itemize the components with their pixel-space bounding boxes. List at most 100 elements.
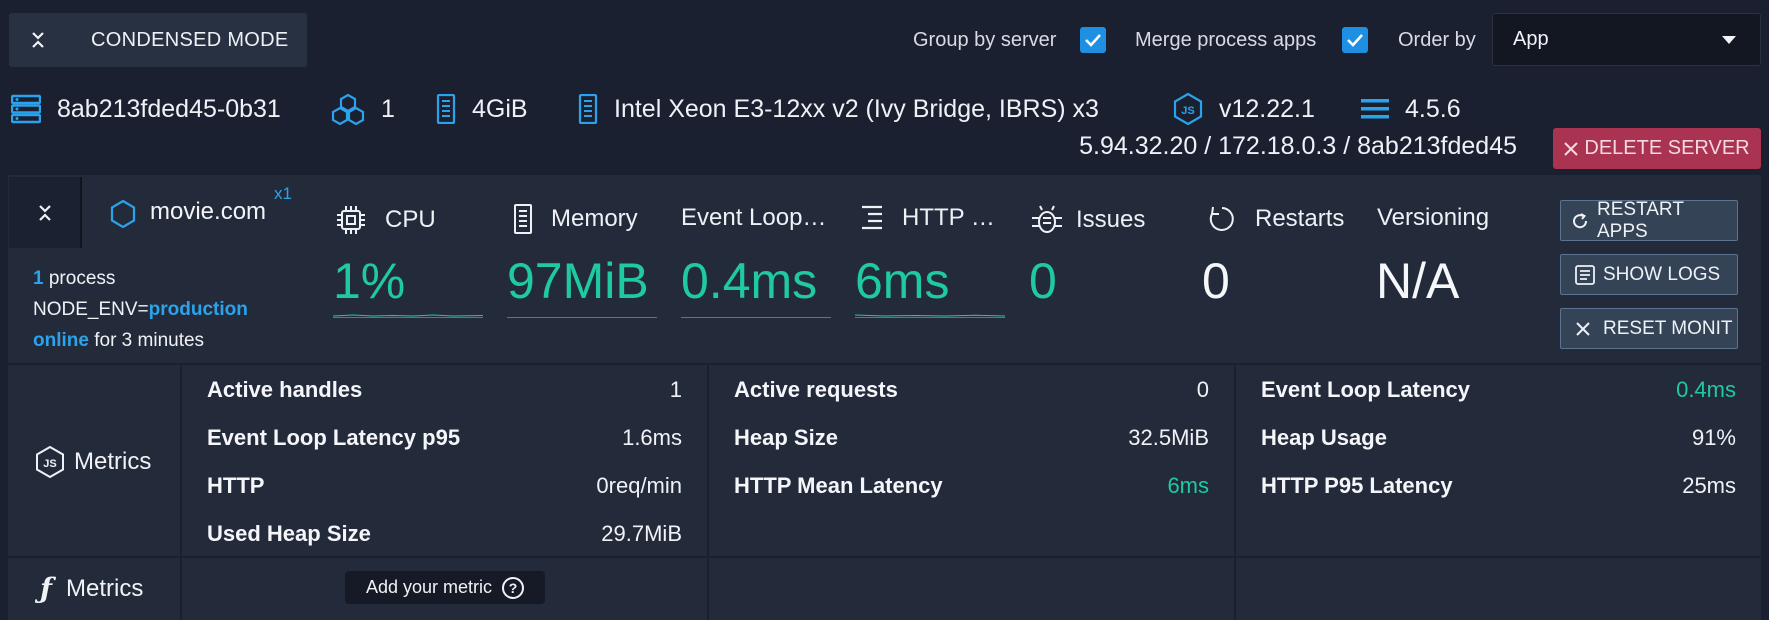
server-cpu-model: Intel Xeon E3-12xx v2 (Ivy Bridge, IBRS)… bbox=[578, 90, 1099, 128]
metric-key: Event Loop Latency bbox=[1261, 377, 1471, 402]
nodejs-icon: JS bbox=[36, 446, 64, 478]
metric-value: 32.5MiB bbox=[1128, 425, 1209, 450]
order-by-select[interactable]: App bbox=[1492, 13, 1761, 66]
cubes-icon bbox=[331, 93, 365, 125]
hexagon-icon bbox=[110, 200, 136, 228]
metric-value: 25ms bbox=[1682, 473, 1736, 498]
logs-icon bbox=[1575, 264, 1595, 285]
server-memory: 4GiB bbox=[436, 90, 528, 128]
processor-icon bbox=[578, 94, 598, 124]
server-agent-version: 4.5.6 bbox=[1361, 90, 1461, 128]
condensed-mode-button[interactable]: CONDENSED MODE bbox=[9, 13, 307, 67]
collapse-arrows-icon bbox=[38, 204, 51, 221]
svg-text:JS: JS bbox=[1181, 105, 1194, 117]
metric-key: Used Heap Size bbox=[207, 521, 371, 546]
metric-memory-header: Memory bbox=[513, 204, 638, 234]
cpu-sparkline bbox=[333, 300, 483, 318]
metric-row: Event Loop Latency p95 1.6ms bbox=[207, 425, 682, 451]
menu-lines-icon bbox=[1361, 97, 1389, 121]
metric-key: Heap Size bbox=[734, 425, 838, 450]
metric-cpu-header: CPU bbox=[335, 204, 436, 236]
delete-server-button[interactable]: DELETE SERVER bbox=[1553, 128, 1761, 169]
metric-key: Active requests bbox=[734, 377, 898, 402]
metric-value: 1 bbox=[669, 377, 682, 402]
metric-http-header: HTTP … bbox=[860, 204, 995, 232]
reload-icon bbox=[1571, 212, 1589, 230]
metric-value: 0 bbox=[1196, 377, 1209, 402]
metric-row: HTTP P95 Latency 25ms bbox=[1261, 473, 1736, 499]
nodejs-icon: JS bbox=[1173, 93, 1203, 125]
metric-key: HTTP P95 Latency bbox=[1261, 473, 1453, 498]
collapse-arrows-icon bbox=[31, 31, 61, 49]
metric-key: Event Loop Latency p95 bbox=[207, 425, 461, 450]
metric-value: 29.7MiB bbox=[601, 521, 682, 546]
metric-versioning-header: Versioning bbox=[1377, 204, 1490, 231]
process-count: 1 process bbox=[33, 268, 116, 289]
server-cpus: 1 bbox=[331, 90, 395, 128]
server-name: 8ab213fded45-0b31 bbox=[11, 90, 281, 128]
server-addresses: 5.94.32.20 / 172.18.0.3 / 8ab213fded45 bbox=[1079, 132, 1517, 160]
group-by-server-checkbox[interactable] bbox=[1080, 27, 1106, 53]
metric-value: 91% bbox=[1691, 425, 1736, 450]
ram-icon bbox=[436, 94, 456, 124]
metric-row: Event Loop Latency 0.4ms bbox=[1261, 377, 1736, 403]
metric-row: Heap Size 32.5MiB bbox=[734, 425, 1209, 451]
metric-restarts-header: Restarts bbox=[1207, 204, 1344, 234]
metric-row: Active handles 1 bbox=[207, 377, 682, 403]
server-node-version: JS v12.22.1 bbox=[1173, 90, 1315, 128]
metric-row: Active requests 0 bbox=[734, 377, 1209, 403]
check-icon bbox=[1085, 34, 1101, 47]
metric-value: 0.4ms bbox=[1676, 377, 1736, 402]
show-logs-button[interactable]: SHOW LOGS bbox=[1560, 254, 1738, 295]
node-metrics-label: JS Metrics bbox=[36, 446, 151, 478]
custom-metrics-label: ƒ Metrics bbox=[40, 572, 144, 605]
function-icon: ƒ bbox=[40, 572, 53, 605]
condensed-mode-label: CONDENSED MODE bbox=[91, 28, 289, 51]
svg-text:JS: JS bbox=[43, 458, 56, 470]
metric-value: 6ms bbox=[1167, 473, 1209, 498]
metric-event-loop-header: Event Loop… bbox=[681, 204, 827, 231]
group-by-server-label: Group by server bbox=[913, 29, 1057, 51]
event-loop-sparkline bbox=[681, 300, 831, 318]
chip-icon bbox=[335, 204, 367, 236]
bug-icon bbox=[1030, 204, 1064, 236]
custom-metrics-col-3 bbox=[1236, 558, 1761, 620]
custom-metrics-col-2 bbox=[709, 558, 1234, 620]
metric-key: Active handles bbox=[207, 377, 363, 402]
add-metric-button[interactable]: Add your metric ? bbox=[345, 571, 545, 604]
order-by-value: App bbox=[1513, 28, 1549, 50]
metric-row: HTTP 0req/min bbox=[207, 473, 682, 499]
merge-process-checkbox[interactable] bbox=[1342, 27, 1368, 53]
restart-icon bbox=[1207, 204, 1237, 234]
caret-down-icon bbox=[1722, 35, 1736, 44]
order-by-label: Order by bbox=[1398, 29, 1476, 51]
reset-monit-button[interactable]: RESET MONIT bbox=[1560, 308, 1738, 349]
close-icon bbox=[1564, 141, 1579, 156]
http-icon bbox=[860, 204, 884, 232]
metric-key: HTTP bbox=[207, 473, 265, 498]
node-env: NODE_ENV=production bbox=[33, 299, 248, 320]
metric-restarts-value: 0 bbox=[1202, 253, 1230, 309]
metric-key: Heap Usage bbox=[1261, 425, 1387, 450]
metric-row: Heap Usage 91% bbox=[1261, 425, 1736, 451]
metric-value: 1.6ms bbox=[622, 425, 682, 450]
instance-count: x1 bbox=[274, 184, 292, 203]
merge-process-label: Merge process apps bbox=[1135, 29, 1317, 51]
metric-versioning-value: N/A bbox=[1376, 253, 1460, 309]
app-name[interactable]: movie.com bbox=[150, 198, 266, 226]
close-icon bbox=[1575, 321, 1591, 337]
restart-apps-button[interactable]: RESTART APPS bbox=[1560, 199, 1738, 242]
metric-value: 0req/min bbox=[596, 473, 682, 498]
check-icon bbox=[1347, 34, 1363, 47]
server-icon bbox=[11, 94, 41, 124]
metric-key: HTTP Mean Latency bbox=[734, 473, 943, 498]
uptime: online for 3 minutes bbox=[33, 330, 205, 351]
collapse-app-button[interactable] bbox=[9, 177, 82, 248]
metric-issues-header: Issues bbox=[1030, 204, 1145, 236]
help-icon[interactable]: ? bbox=[502, 576, 525, 599]
memory-icon bbox=[513, 204, 533, 234]
metric-row: Used Heap Size 29.7MiB bbox=[207, 521, 682, 547]
http-sparkline bbox=[855, 300, 1005, 318]
metric-issues-value: 0 bbox=[1029, 253, 1057, 309]
metric-row: HTTP Mean Latency 6ms bbox=[734, 473, 1209, 499]
